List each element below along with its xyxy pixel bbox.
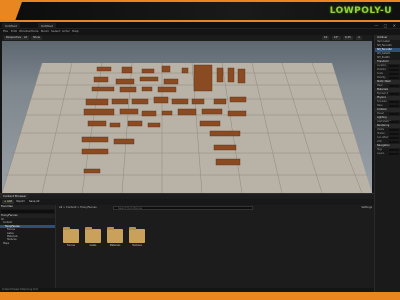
folder-icon	[129, 227, 145, 243]
breadcrumb[interactable]: All > Content > ToonyFences	[59, 205, 97, 210]
show-button[interactable]: Show	[31, 36, 42, 40]
details-field: Mass	[375, 104, 400, 108]
folder-name: Materials	[109, 244, 121, 247]
window-controls[interactable]: — ▢ ✕	[374, 23, 398, 28]
field-input[interactable]	[389, 100, 399, 104]
favorites-header[interactable]: Favorites	[0, 205, 55, 209]
folder-name: Textures	[132, 244, 142, 247]
menu-tools[interactable]: Tools	[31, 29, 38, 34]
asset-search-input[interactable]: Search ToonyFences	[113, 206, 253, 210]
details-field: Element 0	[375, 92, 400, 96]
import-button[interactable]: Import	[14, 200, 27, 204]
content-browser: Content Browser + Add Import Save All Fa…	[0, 193, 374, 293]
scale-snap-value[interactable]: 0.25	[343, 36, 353, 40]
menu-window[interactable]: Window	[19, 29, 31, 34]
favorites-search-input[interactable]	[1, 210, 54, 213]
grid-snap-value[interactable]: 10	[322, 36, 330, 40]
banner-logo-icon	[0, 2, 22, 20]
field-label: Mesh	[377, 84, 383, 87]
content-browser-sidebar: Favorites ToonyFences All Content ToonyF…	[0, 205, 56, 293]
details-field: LOD	[375, 140, 400, 144]
lit-mode-button[interactable]: Lit	[22, 36, 30, 40]
field-input[interactable]	[389, 132, 399, 136]
field-input[interactable]	[389, 128, 399, 132]
folder-tile[interactable]: Gates	[85, 227, 101, 249]
field-input[interactable]	[389, 92, 399, 96]
camera-speed-value[interactable]: 4	[356, 36, 362, 40]
brand-logo-text: LOWPOLY-U	[329, 6, 392, 16]
field-label: Mobility	[377, 76, 386, 79]
field-input[interactable]	[389, 148, 399, 152]
field-label: LOD	[377, 140, 382, 143]
menu-file[interactable]: File	[3, 29, 8, 34]
field-input[interactable]	[389, 136, 399, 140]
menu-bar: File Edit Window Tools Build Select Acto…	[0, 29, 400, 34]
level-viewport[interactable]	[2, 41, 372, 193]
folder-tile[interactable]: Textures	[129, 227, 145, 249]
field-label: Layers	[377, 152, 385, 155]
field-label: Mass	[377, 104, 383, 107]
details-field: Layers	[375, 152, 400, 156]
rotation-snap-value[interactable]: 10°	[332, 36, 341, 40]
field-input[interactable]	[389, 64, 399, 68]
settings-button[interactable]: Settings	[361, 205, 372, 210]
field-input[interactable]	[389, 68, 399, 72]
details-field: Cast Shadow	[375, 120, 400, 124]
banner-stripe-top	[0, 0, 400, 2]
field-input[interactable]	[389, 152, 399, 156]
unreal-editor-window: Untitled Untitled — ▢ ✕ File Edit Window…	[0, 22, 400, 293]
folder-tile[interactable]: Materials	[107, 227, 123, 249]
field-label: Element 0	[377, 92, 389, 95]
menu-edit[interactable]: Edit	[11, 29, 17, 34]
title-bar: Untitled Untitled — ▢ ✕	[0, 22, 400, 29]
details-panel: Outliner Item Label SM_Fence01 SM_Fence0…	[374, 35, 400, 292]
menu-select[interactable]: Select	[51, 29, 60, 34]
banner-stripe-footer	[0, 292, 400, 300]
menu-actor[interactable]: Actor	[62, 29, 70, 34]
field-input[interactable]	[389, 72, 399, 76]
details-field: Preset	[375, 112, 400, 116]
menu-help[interactable]: Help	[72, 29, 79, 34]
field-label: Preset	[377, 112, 384, 115]
perspective-button[interactable]: Perspective	[4, 36, 24, 40]
field-input[interactable]	[389, 84, 399, 88]
tree-item-maps[interactable]: Maps	[0, 242, 55, 245]
folder-icon	[107, 227, 123, 243]
folder-name: Gates	[89, 244, 97, 247]
viewport-scene	[2, 62, 372, 193]
folder-tile[interactable]: Fences	[63, 227, 79, 249]
field-input[interactable]	[389, 76, 399, 80]
folder-name: Fences	[67, 244, 75, 247]
field-input[interactable]	[389, 112, 399, 116]
floor-plane	[2, 63, 372, 193]
field-input[interactable]	[389, 120, 399, 124]
save-all-button[interactable]: Save All	[27, 200, 41, 204]
content-browser-main: All > Content > ToonyFences Search Toony…	[57, 205, 374, 293]
folder-icon	[63, 227, 79, 243]
field-input[interactable]	[389, 140, 399, 144]
add-button[interactable]: + Add	[2, 200, 15, 204]
video-banner: LOWPOLY-U	[0, 0, 400, 22]
menu-build[interactable]: Build	[41, 29, 49, 34]
folder-icon	[85, 227, 101, 243]
details-field: Mesh	[375, 84, 400, 88]
field-input[interactable]	[389, 104, 399, 108]
details-field: Mobility	[375, 76, 400, 80]
